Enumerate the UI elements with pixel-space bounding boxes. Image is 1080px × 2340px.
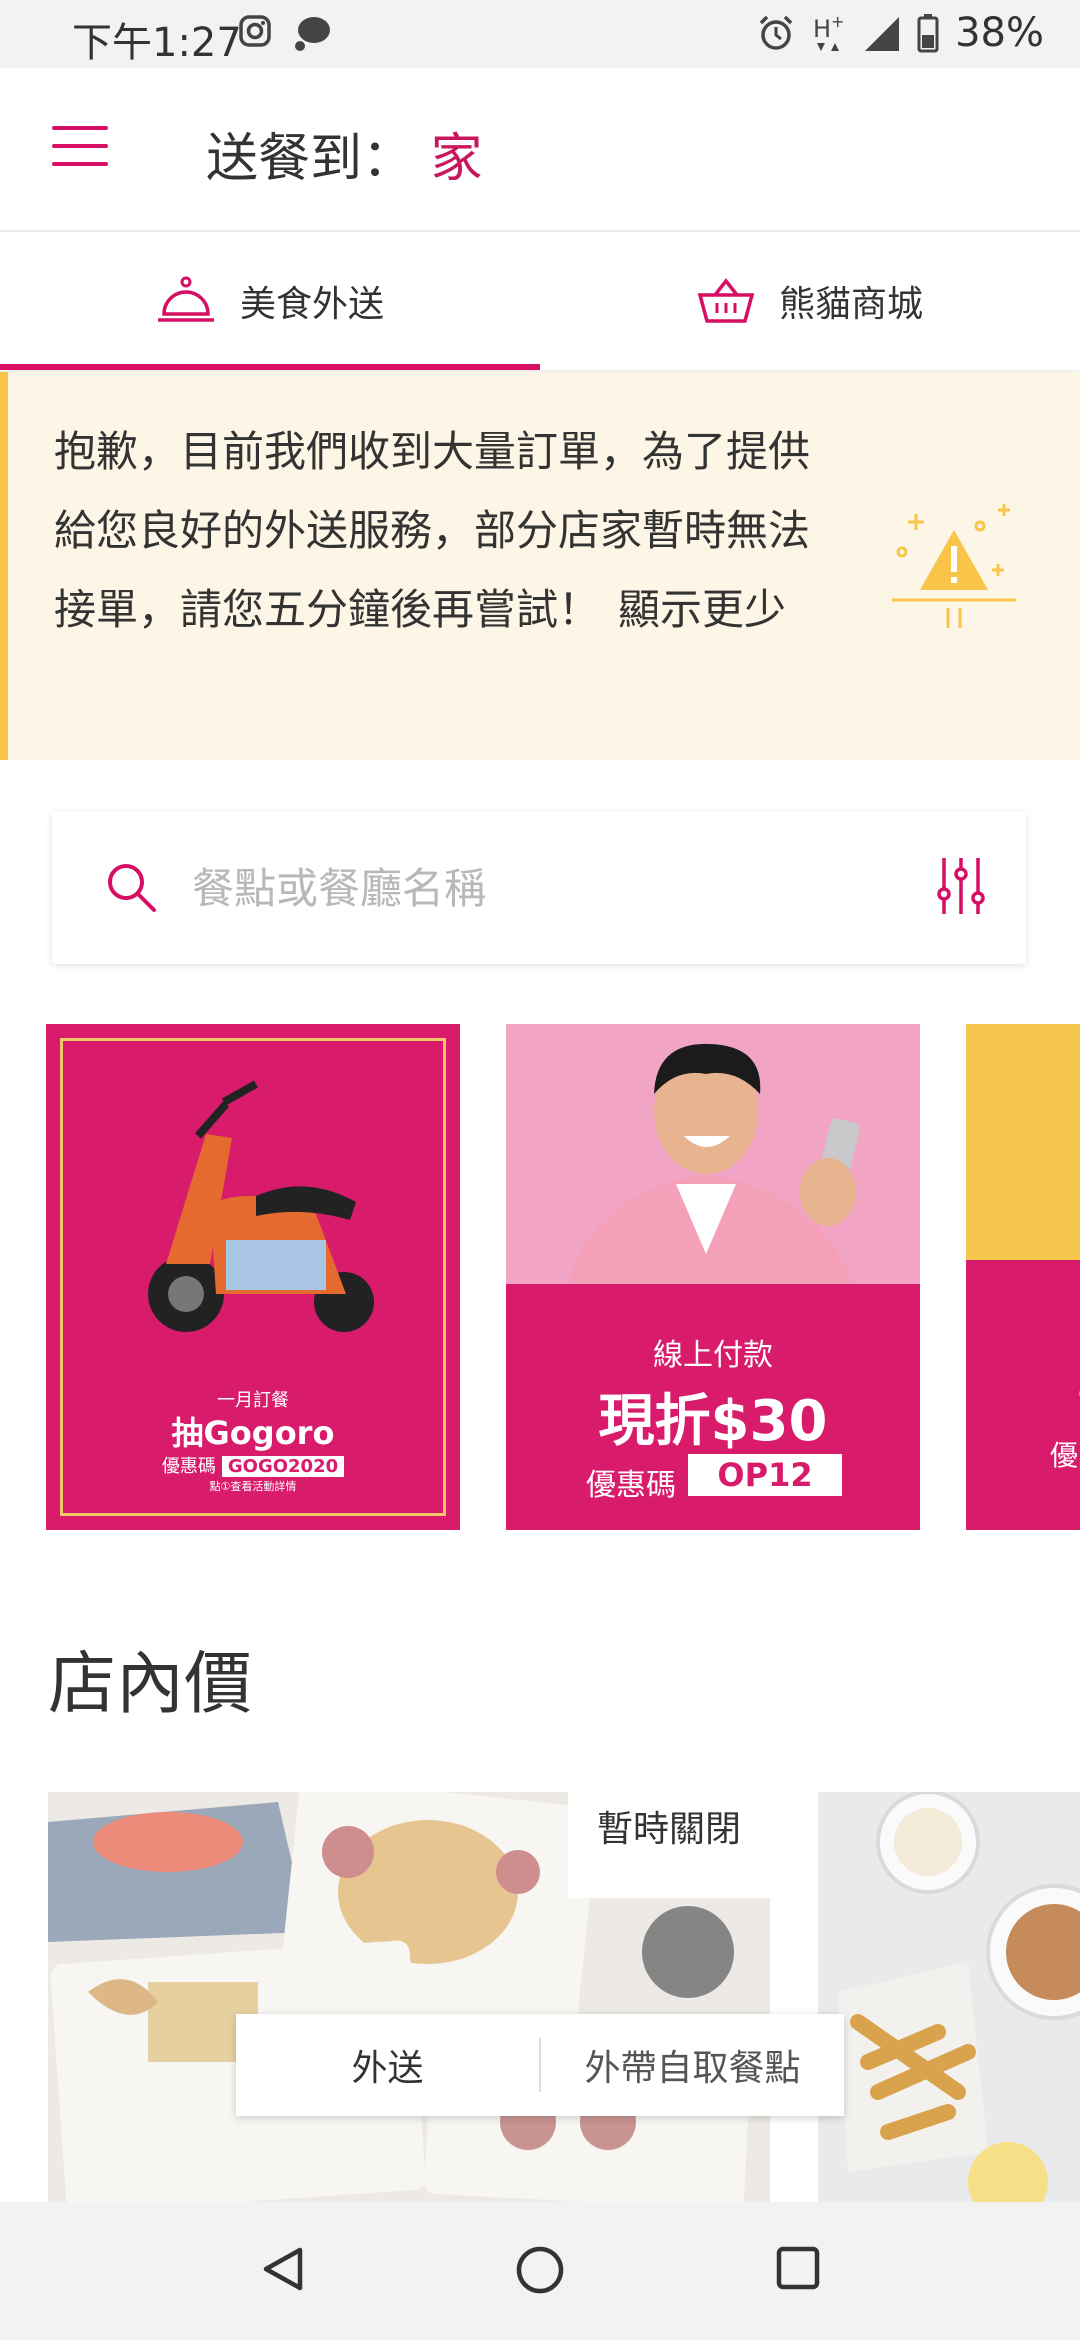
recents-icon[interactable] (774, 2244, 822, 2292)
chat-bubble-icon (295, 17, 330, 51)
svg-text:+: + (831, 13, 844, 31)
promo-carousel: 一月訂餐 抽Gogoro 優惠碼 GOGO2020 點①查看活動詳情 線上付款 現… (46, 1024, 1080, 1530)
system-nav-bar (0, 2202, 1080, 2340)
banner-2-code-label: 優惠碼 (586, 1468, 676, 1503)
show-less-link[interactable]: 顯示更少 (618, 585, 786, 634)
status-time: 下午1:27 (72, 20, 242, 66)
banner-1-code-row: 優惠碼 GOGO2020 (46, 1452, 460, 1478)
menu-icon[interactable] (52, 126, 108, 170)
banner-1-code: GOGO2020 (221, 1456, 345, 1477)
search-bar (52, 812, 1026, 964)
warning-triangle-icon (892, 504, 1016, 628)
tab-food-delivery-label: 美食外送 (239, 284, 384, 325)
svg-text:H: H (813, 15, 831, 43)
delivery-address-value: 家 (430, 129, 483, 189)
food-cloche-icon (157, 276, 214, 322)
banner-1-code-label: 優惠碼 (161, 1456, 216, 1477)
banner-2-line2: 現折$30 (598, 1389, 828, 1454)
cell-signal-icon (865, 17, 900, 51)
section-title: 店內價 (48, 1645, 253, 1724)
search-icon (108, 864, 156, 912)
promo-banner-gogoro[interactable]: 一月訂餐 抽Gogoro 優惠碼 GOGO2020 點①查看活動詳情 (46, 1024, 460, 1530)
promo-banner-partial[interactable]: 互 優 (966, 1024, 1080, 1530)
cafe-photo (818, 1792, 1080, 2202)
tab-pandamart[interactable]: 熊貓商城 (540, 232, 1080, 370)
pickup-option[interactable]: 外帶自取餐點 (541, 2039, 844, 2091)
banner-2-code: OP12 (688, 1454, 842, 1496)
restaurant-card[interactable]: 暫時關閉 (48, 1792, 770, 2202)
status-bar: 下午1:27 H + 38% (0, 0, 1080, 68)
high-demand-notice: 抱歉，目前我們收到大量訂單，為了提供給您良好的外送服務，部分店家暫時無法接單，請… (0, 372, 1080, 760)
back-icon[interactable] (258, 2244, 308, 2294)
filter-sliders-icon[interactable] (936, 856, 986, 916)
banner-3-panel (966, 1260, 1080, 1530)
banner-1-line2: 抽Gogoro (171, 1414, 335, 1452)
hplus-signal-icon: H + (813, 13, 845, 51)
restaurant-card[interactable] (818, 1792, 1080, 2202)
tab-food-delivery[interactable]: 美食外送 (0, 232, 540, 370)
banner-1-note: 點①查看活動詳情 (209, 1480, 297, 1493)
basket-icon (697, 278, 755, 323)
vertical-tabs: 美食外送 熊貓商城 (0, 232, 1080, 370)
home-icon[interactable] (514, 2244, 566, 2296)
delivery-mode-toggle: 外送 外帶自取餐點 (236, 2014, 844, 2116)
banner-3-line2: 優 (1050, 1439, 1079, 1472)
app-header: 送餐到： 家 (0, 68, 1080, 232)
promo-banner-online-payment[interactable]: 線上付款 現折$30 優惠碼 OP12 (506, 1024, 920, 1530)
battery-icon (917, 14, 939, 53)
delivery-option[interactable]: 外送 (236, 2039, 539, 2091)
notice-text-block: 抱歉，目前我們收到大量訂單，為了提供給您良好的外送服務，部分店家暫時無法接單，請… (54, 412, 814, 649)
alarm-icon (759, 15, 793, 50)
delivery-address-selector[interactable]: 送餐到： 家 (206, 116, 483, 191)
battery-percent: 38% (955, 10, 1044, 56)
instagram-icon (239, 15, 271, 47)
scooter-image (148, 1080, 374, 1332)
banner-2-line1: 線上付款 (653, 1338, 773, 1373)
temporarily-closed-badge: 暫時關閉 (568, 1792, 770, 1898)
delivery-address-label: 送餐到： (206, 129, 415, 189)
search-input[interactable] (190, 852, 834, 924)
smiling-man-image (566, 1043, 861, 1294)
tab-pandamart-label: 熊貓商城 (778, 284, 923, 325)
